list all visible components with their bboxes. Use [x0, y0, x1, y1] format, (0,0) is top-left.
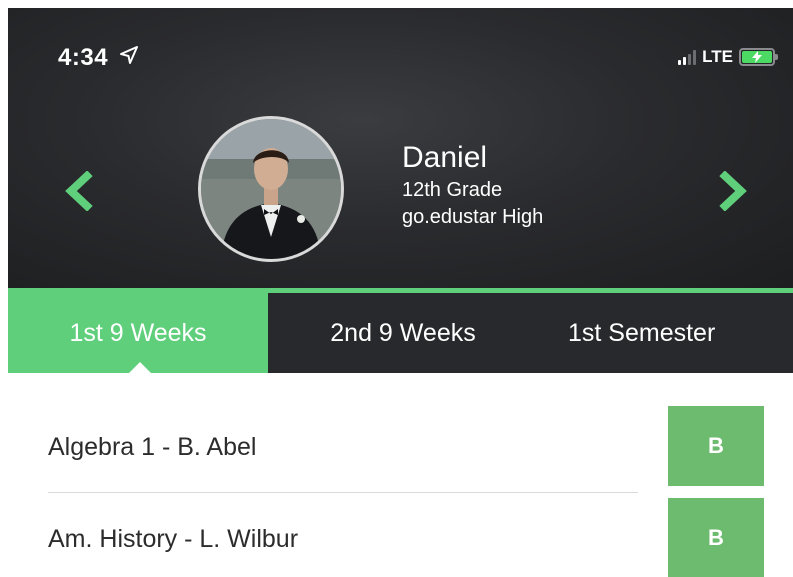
course-name: Algebra 1 - B. Abel: [48, 433, 257, 461]
avatar: [198, 116, 344, 262]
tab-1st-semester[interactable]: 1st Semester: [568, 293, 793, 373]
location-arrow-icon: [120, 46, 138, 64]
tab-1st-9-weeks[interactable]: 1st 9 Weeks: [8, 293, 268, 373]
status-time: 4:34: [58, 44, 109, 71]
previous-student-button[interactable]: [56, 166, 100, 216]
course-row-algebra[interactable]: Algebra 1 - B. Abel B: [8, 406, 793, 496]
chevron-right-icon: [719, 171, 747, 211]
student-grade: 12th Grade: [402, 179, 503, 201]
next-student-button[interactable]: [712, 166, 756, 216]
student-header: 4:34 LTE Daniel 12th Grade go.edustar Hi…: [8, 8, 793, 288]
app-screen: 4:34 LTE Daniel 12th Grade go.edustar Hi…: [8, 8, 793, 577]
row-divider: [48, 492, 638, 493]
grade-badge: B: [668, 498, 764, 577]
tab-2nd-9-weeks[interactable]: 2nd 9 Weeks: [278, 293, 528, 373]
battery-charging-icon: [739, 48, 778, 66]
grading-period-tabs: 1st 9 Weeks 2nd 9 Weeks 1st Semester: [8, 288, 793, 373]
course-name: Am. History - L. Wilbur: [48, 525, 299, 553]
student-school: go.edustar High: [402, 206, 544, 228]
signal-bars-icon: [678, 49, 697, 65]
course-row-history[interactable]: Am. History - L. Wilbur B: [8, 498, 793, 577]
network-type: LTE: [702, 47, 733, 66]
student-name: Daniel: [402, 141, 488, 174]
active-tab-indicator: [129, 362, 151, 373]
chevron-left-icon: [65, 171, 93, 211]
status-indicators: LTE: [678, 46, 778, 68]
grade-badge: B: [668, 406, 764, 486]
